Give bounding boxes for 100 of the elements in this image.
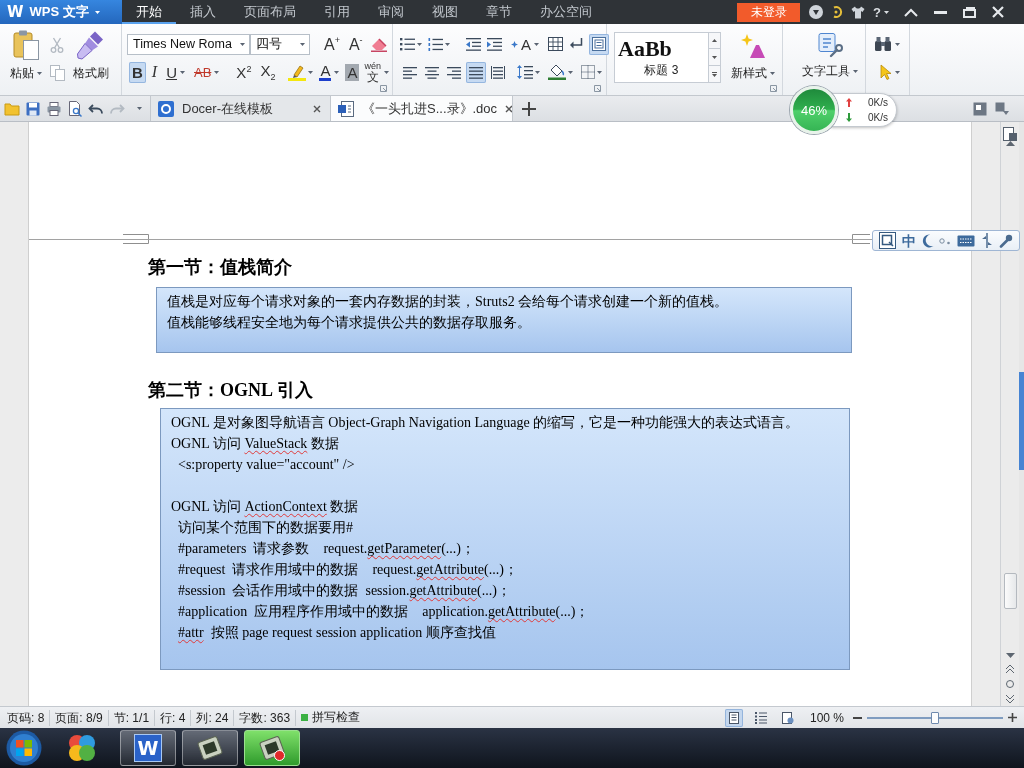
ribbon-tab[interactable]: 章节 [472,0,526,24]
spell-check-toggle[interactable]: 拼写检查 [296,709,366,726]
dialog-launcher-icon[interactable] [380,85,387,92]
taskbar-app-button[interactable] [244,730,300,766]
browse-object-icon[interactable] [1006,680,1014,688]
caret-icon[interactable] [137,107,142,110]
ribbon-tab[interactable]: 视图 [418,0,472,24]
caret-icon[interactable] [770,72,775,76]
square-dropdown-icon[interactable] [995,101,1009,116]
wrench-icon[interactable] [999,233,1013,248]
font-color-button[interactable]: A [316,61,343,83]
document-tab[interactable]: 《一头扎进S...录》.doc [330,96,512,121]
underline-button[interactable]: U [163,61,188,83]
app-menu-button[interactable]: W WPS 文字 [0,0,122,24]
restore-icon[interactable] [963,6,976,18]
eraser-icon[interactable] [369,36,388,52]
table-icon[interactable] [548,37,563,51]
caret-icon[interactable] [94,10,100,14]
printer-icon[interactable] [46,100,62,117]
scroll-down-icon[interactable] [1005,653,1015,658]
bullet-list-icon[interactable] [400,37,415,51]
return-arrow-icon[interactable] [569,37,583,51]
caret-icon[interactable] [568,70,573,74]
frame-icon[interactable] [878,232,896,249]
caret-icon[interactable] [597,70,602,74]
caret-icon[interactable] [308,70,314,74]
shirt-icon[interactable] [851,5,866,19]
text-tools-button[interactable]: 文字工具 [795,32,865,80]
caret-icon[interactable] [334,70,340,74]
binoculars-icon[interactable] [874,36,892,52]
caret-icon[interactable] [383,70,389,74]
format-painter-button[interactable]: 格式刷 [73,30,109,82]
script-button[interactable]: X$^{2}$ [233,61,255,83]
dialog-launcher-icon[interactable] [770,85,777,92]
minimize-icon[interactable] [934,10,947,14]
caret-icon[interactable] [884,10,889,14]
caret-icon[interactable] [535,70,540,74]
ribbon-tab[interactable]: 页面布局 [230,0,310,24]
panel-icon[interactable] [973,101,987,116]
close-icon[interactable] [505,104,514,113]
highlighter-icon[interactable] [288,63,307,81]
document-tab[interactable]: Docer-在线模板 [150,96,330,121]
caret-icon[interactable] [214,70,220,74]
increase-indent-icon[interactable] [487,37,502,51]
dialog-launcher-icon[interactable] [594,85,601,92]
print-preview-icon[interactable] [67,100,83,117]
chevron-up-icon[interactable] [904,7,918,17]
char-shading-button[interactable]: A [345,63,360,81]
gallery-more-button[interactable] [709,66,721,83]
italic-button[interactable]: I [148,61,161,83]
plus-icon[interactable] [1008,713,1017,722]
caret-icon[interactable] [534,42,539,46]
caret-icon[interactable] [445,42,450,46]
caret-icon[interactable] [853,70,858,73]
paste-button[interactable]: 粘贴 [10,30,42,82]
font-size-field[interactable]: 四号 [250,33,310,55]
style-gallery-item[interactable]: AaBb 标题 3 [614,32,709,83]
save-icon[interactable] [25,100,41,117]
caret-icon[interactable] [180,70,185,74]
caret-icon[interactable] [37,72,42,75]
border-icon[interactable] [581,65,595,79]
gallery-up-button[interactable] [709,32,721,49]
font-name-field[interactable]: Times New Roma [127,33,250,55]
gallery-down-button[interactable] [709,49,721,66]
taskbar-app-button[interactable]: W [120,730,176,766]
strikethrough-button[interactable]: AB [191,61,223,83]
view-mode-button[interactable] [724,708,743,727]
grow-font-button[interactable]: A$^{+}$ [322,33,342,55]
ring-icon[interactable] [831,5,844,19]
start-orb-icon[interactable] [6,730,42,766]
paint-bucket-icon[interactable] [548,64,566,80]
ribbon-tab[interactable]: 插入 [176,0,230,24]
caret-icon[interactable] [895,70,900,74]
caret-icon[interactable] [300,42,305,46]
justify-button[interactable] [466,61,486,83]
input-mode-text[interactable]: 中 [901,233,916,248]
document-grid-button[interactable] [589,33,609,55]
ribbon-tab[interactable]: 办公空间 [526,0,606,24]
caret-icon[interactable] [895,42,900,46]
shrink-font-button[interactable]: A$^{-}$ [346,33,365,55]
scrollbar-thumb[interactable] [1003,573,1017,609]
previous-page-icon[interactable] [1006,665,1014,673]
bold-button[interactable]: B [129,61,146,83]
help-button[interactable]: ? [873,4,889,20]
page-icon[interactable] [1003,127,1017,141]
caret-icon[interactable] [240,42,245,46]
text-effect-button[interactable]: A [508,33,542,55]
numbered-list-icon[interactable] [428,37,443,51]
minus-icon[interactable] [853,716,862,719]
split-arrows-icon[interactable] [981,233,994,248]
new-style-button[interactable]: 新样式 [731,32,775,83]
script-button[interactable]: X$_{2}$ [257,61,279,83]
phonetic-guide-button[interactable]: wén 文 [362,61,391,83]
decrease-indent-icon[interactable] [466,37,481,51]
close-icon[interactable] [313,104,321,113]
plus-icon[interactable] [522,101,536,116]
line-spacing-icon[interactable] [517,65,533,79]
caret-icon[interactable] [417,42,422,46]
ribbon-tab[interactable]: 审阅 [364,0,418,24]
keyboard-icon[interactable] [957,234,976,247]
